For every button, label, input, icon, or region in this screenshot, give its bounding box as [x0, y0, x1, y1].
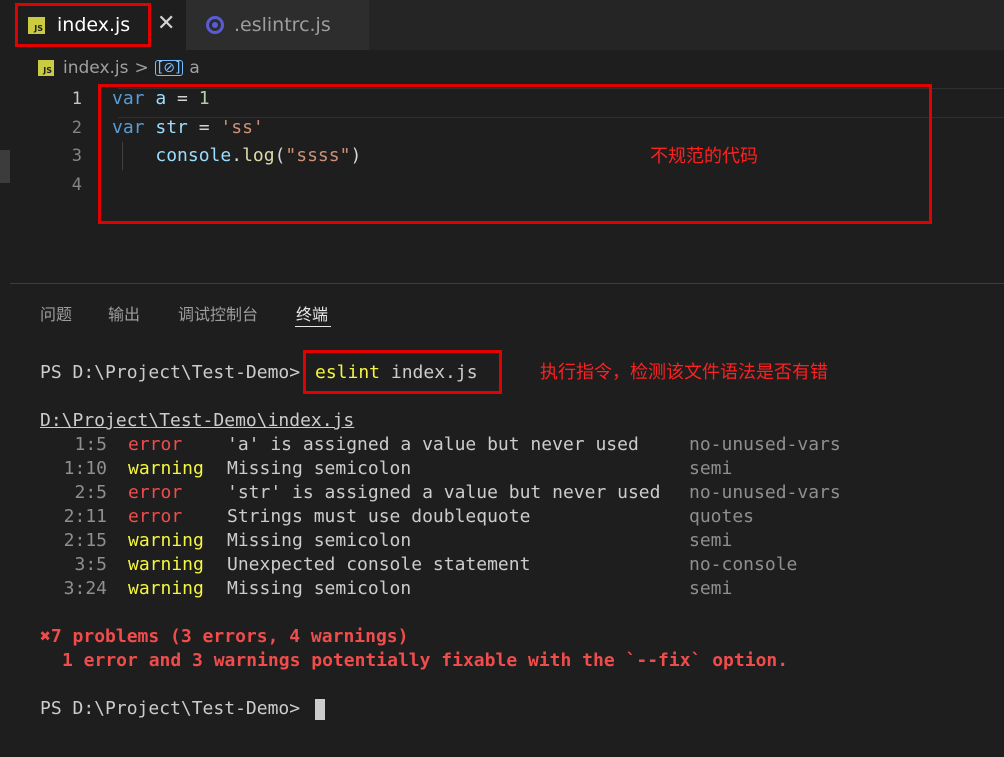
problem-message: 'str' is assigned a value but never used: [227, 482, 661, 503]
code-annotation: 不规范的代码: [650, 146, 758, 167]
problem-severity: warning: [128, 578, 204, 599]
problem-severity: error: [128, 434, 183, 455]
panel-tab-debug-console[interactable]: 调试控制台: [178, 301, 258, 325]
problem-message: Missing semicolon: [227, 458, 412, 479]
problem-message: Unexpected console statement: [227, 554, 531, 575]
command-highlight-box: [303, 350, 502, 394]
variable-symbol-icon: [⊘]: [154, 60, 184, 76]
problem-message: 'a' is assigned a value but never used: [227, 434, 639, 455]
terminal-cursor: [315, 699, 325, 720]
problem-message: Strings must use doublequote: [227, 506, 531, 527]
problem-message: Missing semicolon: [227, 578, 412, 599]
code-highlight-box: [98, 84, 932, 224]
command-annotation: 执行指令，检测该文件语法是否有错: [540, 362, 828, 383]
js-file-icon: JS: [38, 60, 54, 76]
problem-location: 2:11: [63, 506, 107, 527]
active-tab-indicator: [295, 326, 331, 327]
problem-location: 2:5: [74, 482, 107, 503]
breadcrumb-separator: >: [134, 58, 149, 78]
problem-severity: warning: [128, 554, 204, 575]
panel-tab-output[interactable]: 输出: [108, 301, 140, 325]
lint-file-path: D:\Project\Test-Demo\index.js: [40, 410, 355, 431]
problem-severity: error: [128, 506, 183, 527]
activity-edge: [0, 150, 10, 183]
problem-location: 1:5: [74, 434, 107, 455]
close-tab-icon[interactable]: ✕: [157, 11, 175, 36]
error-x-icon: ✖: [40, 626, 51, 647]
panel-tab-problems[interactable]: 问题: [40, 301, 72, 325]
problem-severity: warning: [128, 530, 204, 551]
problem-severity: error: [128, 482, 183, 503]
problem-rule: semi: [689, 530, 733, 551]
problem-location: 2:15: [63, 530, 107, 551]
problem-rule: no-unused-vars: [689, 482, 841, 503]
panel-separator: [10, 283, 1004, 284]
breadcrumb-file[interactable]: index.js: [63, 58, 129, 78]
problem-location: 1:10: [63, 458, 107, 479]
terminal-prompt: PS D:\Project\Test-Demo>: [40, 362, 301, 383]
line-number: 4: [71, 174, 82, 195]
problem-rule: semi: [689, 578, 733, 599]
fixable-note: 1 error and 3 warnings potentially fixab…: [62, 650, 789, 671]
line-number: 2: [71, 117, 82, 138]
problem-summary: ✖7 problems (3 errors, 4 warnings): [40, 626, 408, 647]
problem-rule: no-console: [689, 554, 798, 575]
line-number: 1: [71, 89, 82, 109]
problem-rule: semi: [689, 458, 733, 479]
problem-rule: no-unused-vars: [689, 434, 841, 455]
eslint-icon: [206, 16, 224, 34]
tab-highlight-box: [15, 3, 151, 47]
problem-location: 3:5: [74, 554, 107, 575]
breadcrumb: JS index.js > [⊘] a: [0, 52, 1004, 84]
problem-message: Missing semicolon: [227, 530, 412, 551]
problem-rule: quotes: [689, 506, 755, 527]
summary-text: 7 problems (3 errors, 4 warnings): [50, 626, 409, 647]
problem-location: 3:24: [63, 578, 107, 599]
terminal-final-prompt: PS D:\Project\Test-Demo>: [40, 698, 301, 719]
problem-severity: warning: [128, 458, 204, 479]
breadcrumb-symbol[interactable]: a: [189, 58, 199, 78]
line-number: 3: [71, 146, 82, 166]
tab-eslintrc-js[interactable]: .eslintrc.js: [186, 0, 369, 50]
panel-tab-terminal[interactable]: 终端: [296, 301, 328, 325]
tab-label: .eslintrc.js: [234, 14, 331, 36]
